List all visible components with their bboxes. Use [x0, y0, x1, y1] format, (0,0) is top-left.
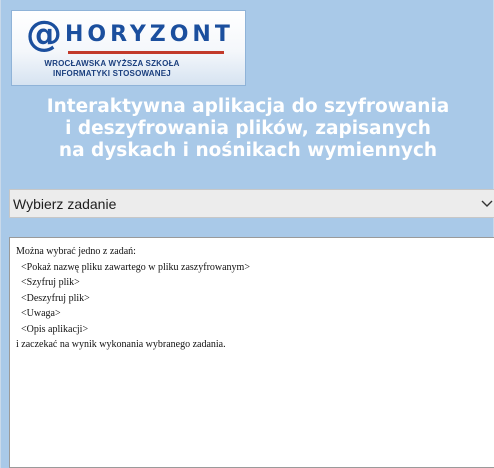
- logo-underline: [68, 51, 224, 54]
- chevron-down-icon[interactable]: [480, 196, 494, 210]
- app-title: Interaktywna aplikacja do szyfrowania i …: [46, 96, 450, 161]
- info-text-line: i zaczekać na wynik wykonania wybranego …: [16, 339, 226, 350]
- info-text-line: <Pokaż nazwę pliku zawartego w pliku zas…: [16, 261, 250, 273]
- info-text-line: <Uwaga>: [16, 308, 61, 319]
- app-window: @ HORYZONT WROCŁAWSKA WYŻSZA SZKOŁA INFO…: [0, 0, 494, 468]
- logo-subtitle-line2: INFORMATYKI STOSOWANEJ: [53, 69, 171, 78]
- info-text-area[interactable]: Można wybrać jedno z zadań: <Pokaż nazwę…: [9, 237, 494, 468]
- logo-wordmark: @ HORYZONT: [26, 14, 234, 55]
- task-select-value: Wybierz zadanie: [13, 195, 117, 212]
- info-text-line: <Deszyfruj plik>: [16, 292, 90, 304]
- info-text-line: <Opis aplikacji>: [16, 323, 89, 335]
- info-text: Można wybrać jedno z zadań: <Pokaż nazwę…: [16, 244, 488, 353]
- info-text-line: Można wybrać jedno z zadań:: [16, 246, 136, 257]
- horyzont-logo: @ HORYZONT WROCŁAWSKA WYŻSZA SZKOŁA INFO…: [11, 10, 246, 86]
- task-select[interactable]: Wybierz zadanie: [9, 189, 494, 218]
- logo-subtitle-line1: WROCŁAWSKA WYŻSZA SZKOŁA: [44, 59, 180, 68]
- logo-name: HORYZONT: [65, 22, 234, 47]
- info-text-line: <Szyfruj plik>: [16, 277, 80, 288]
- logo-at-symbol: @: [26, 14, 62, 55]
